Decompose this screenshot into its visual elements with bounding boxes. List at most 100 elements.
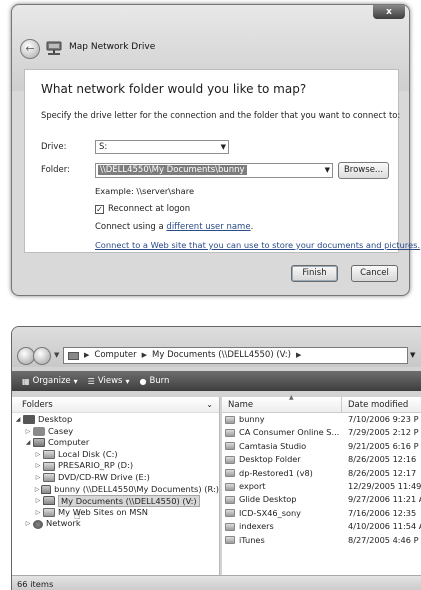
tree-item-my-web-sites[interactable]: ▷ My Web Sites on MSN ☝ bbox=[12, 506, 219, 521]
tree-item-label: Desktop bbox=[38, 414, 73, 424]
file-name: Glide Desktop bbox=[239, 494, 297, 505]
network-drive-icon bbox=[41, 484, 52, 494]
tree-item-dvd-drive[interactable]: ▷ DVD/CD-RW Drive (E:) bbox=[12, 472, 219, 484]
burn-label: Burn bbox=[149, 376, 170, 386]
finish-button[interactable]: Finish bbox=[291, 265, 338, 282]
network-icon bbox=[33, 519, 43, 529]
tree-item-label: bunny (\\DELL4550\My Documents) (R:) bbox=[54, 483, 219, 494]
tree-item-label: My Documents (\\DELL4550) (V:) bbox=[58, 494, 200, 507]
close-button[interactable]: x bbox=[373, 5, 405, 19]
file-row[interactable]: ICD-SX46_sony 7/16/2006 12:35 bbox=[222, 507, 421, 520]
expanded-triangle-icon: ◢ bbox=[25, 439, 31, 447]
column-headers: ▲ Name Date modified bbox=[222, 394, 421, 413]
status-bar: 66 items bbox=[12, 575, 421, 590]
organize-menu[interactable]: ▦ Organize ▾ bbox=[22, 376, 78, 386]
file-row[interactable]: indexers 4/10/2006 11:54 A bbox=[222, 520, 421, 533]
address-dropdown[interactable]: ▼ bbox=[410, 351, 415, 359]
file-row[interactable]: Glide Desktop 9/27/2006 11:21 A bbox=[222, 493, 421, 506]
file-date: 7/10/2006 9:23 P bbox=[348, 414, 419, 424]
file-row[interactable]: Desktop Folder 8/26/2005 12:16 bbox=[222, 453, 421, 466]
collapsed-triangle-icon: ▷ bbox=[25, 520, 31, 528]
file-row[interactable]: iTunes 8/27/2005 4:46 P bbox=[222, 534, 421, 547]
file-date: 4/10/2006 11:54 A bbox=[348, 521, 421, 532]
network-drive-icon bbox=[43, 496, 55, 506]
collapsed-triangle-icon: ▷ bbox=[35, 462, 41, 470]
organize-label: Organize bbox=[32, 376, 71, 386]
file-name: indexers bbox=[239, 521, 274, 532]
connect-using-text: Connect using a different user name. bbox=[95, 222, 253, 232]
folder-icon bbox=[225, 415, 235, 424]
tree-item-desktop[interactable]: ◢ Desktop bbox=[12, 414, 219, 426]
folder-value: \\DELL4550\My Documents\bunny bbox=[98, 165, 247, 175]
connect-using-prefix: Connect using a bbox=[95, 222, 167, 232]
tree-item-label: Network bbox=[46, 518, 81, 529]
date-modified-column-header[interactable]: Date modified bbox=[342, 397, 421, 412]
drive-select[interactable]: S: ▼ bbox=[95, 140, 229, 154]
reconnect-option[interactable]: ✓ Reconnect at logon bbox=[95, 204, 190, 214]
folder-icon bbox=[225, 429, 235, 438]
computer-icon bbox=[33, 438, 45, 448]
file-row[interactable]: export 12/29/2005 11:49 bbox=[222, 480, 421, 493]
web-sites-icon bbox=[43, 508, 55, 518]
file-row[interactable]: CA Consumer Online S... 7/29/2005 2:12 P bbox=[222, 426, 421, 439]
tree-item-presario[interactable]: ▷ PRESARIO_RP (D:) bbox=[12, 460, 219, 472]
recent-pages-dropdown[interactable]: ▼ bbox=[54, 351, 59, 359]
file-row[interactable]: Camtasia Studio 9/21/2005 6:16 P bbox=[222, 440, 421, 453]
collapsed-triangle-icon: ▷ bbox=[35, 508, 41, 516]
breadcrumb-my-documents[interactable]: My Documents (\\DELL4550) (V:) bbox=[152, 348, 291, 363]
file-name: bunny bbox=[239, 414, 265, 424]
file-name: iTunes bbox=[239, 534, 265, 545]
computer-icon bbox=[68, 351, 79, 360]
file-date: 12/29/2005 11:49 bbox=[348, 480, 421, 491]
drive-icon bbox=[43, 450, 55, 460]
back-arrow-icon: ← bbox=[25, 42, 35, 55]
tree-item-computer[interactable]: ◢ Computer bbox=[12, 437, 219, 449]
file-name: Camtasia Studio bbox=[239, 440, 307, 451]
forward-button[interactable] bbox=[33, 347, 51, 365]
back-button[interactable]: ← bbox=[20, 39, 40, 59]
burn-button[interactable]: ● Burn bbox=[139, 376, 169, 386]
folder-icon bbox=[225, 536, 235, 545]
folders-header[interactable]: Folders ⌄ bbox=[12, 397, 219, 413]
file-date: 8/27/2005 4:46 P bbox=[348, 534, 419, 545]
tree-item-local-disk[interactable]: ▷ Local Disk (C:) bbox=[12, 449, 219, 461]
tree-item-casey[interactable]: ▷ Casey bbox=[12, 426, 219, 438]
file-name: dp-Restored1 (v8) bbox=[239, 467, 313, 478]
browse-button[interactable]: Browse... bbox=[338, 162, 389, 179]
tree-item-label: My Web Sites on MSN bbox=[58, 506, 148, 517]
different-user-link[interactable]: different user name bbox=[166, 222, 250, 232]
tree-item-network[interactable]: ▷ Network bbox=[12, 518, 219, 530]
file-date: 9/21/2005 6:16 P bbox=[348, 440, 419, 451]
folder-icon bbox=[225, 442, 235, 451]
dialog-title: Map Network Drive bbox=[69, 42, 156, 52]
collapsed-triangle-icon: ▷ bbox=[35, 473, 41, 481]
tree-item-my-documents-drive[interactable]: ▷ My Documents (\\DELL4550) (V:) bbox=[12, 494, 219, 507]
folder-label: Folder: bbox=[41, 165, 70, 175]
web-site-link[interactable]: Connect to a Web site that you can use t… bbox=[95, 240, 420, 250]
folder-icon bbox=[225, 496, 235, 505]
file-name: Desktop Folder bbox=[239, 454, 301, 465]
connect-using-suffix: . bbox=[250, 222, 254, 232]
tree-item-bunny-drive[interactable]: ▷ bunny (\\DELL4550\My Documents) (R:) bbox=[12, 484, 219, 496]
file-list-pane: ▲ Name Date modified bunny 7/10/2006 9:23… bbox=[222, 394, 421, 575]
views-menu[interactable]: ☰ Views ▾ bbox=[88, 376, 130, 386]
chevron-down-icon: ▼ bbox=[324, 166, 330, 174]
tree-item-label: Local Disk (C:) bbox=[58, 448, 118, 459]
file-date: 8/26/2005 12:16 bbox=[348, 454, 417, 465]
address-bar[interactable]: ▶ Computer ▶ My Documents (\\DELL4550) (… bbox=[63, 347, 408, 364]
file-row[interactable]: bunny 7/10/2006 9:23 P bbox=[222, 413, 421, 426]
breadcrumb-computer[interactable]: Computer bbox=[94, 348, 136, 363]
cancel-button[interactable]: Cancel bbox=[351, 265, 398, 282]
chevron-down-icon: ▼ bbox=[220, 143, 226, 151]
collapsed-triangle-icon: ▷ bbox=[34, 485, 40, 493]
sort-caret-icon: ▲ bbox=[289, 394, 294, 401]
reconnect-checkbox[interactable]: ✓ bbox=[95, 204, 104, 214]
dialog-heading: What network folder would you like to ma… bbox=[41, 82, 307, 96]
drive-value: S: bbox=[99, 142, 108, 152]
collapsed-triangle-icon: ▷ bbox=[35, 450, 41, 458]
folder-icon bbox=[225, 469, 235, 478]
folder-icon bbox=[225, 455, 235, 464]
file-row[interactable]: dp-Restored1 (v8) 8/26/2005 12:17 bbox=[222, 467, 421, 480]
name-column-header[interactable]: Name bbox=[222, 397, 342, 412]
folder-combobox[interactable]: \\DELL4550\My Documents\bunny ▼ bbox=[95, 163, 333, 178]
